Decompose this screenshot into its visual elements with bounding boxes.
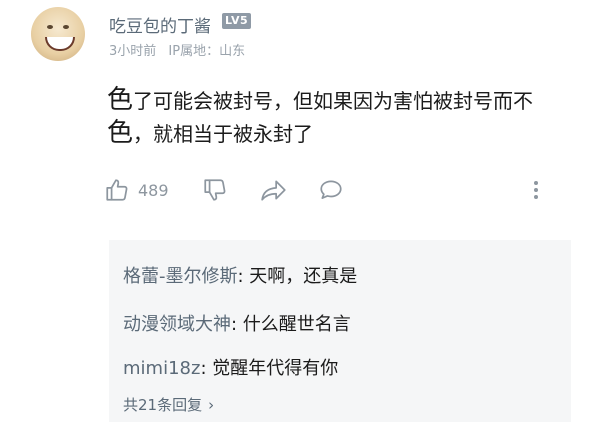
content-text: ，就相当于被永封了 bbox=[133, 122, 314, 146]
reply-author[interactable]: 格蕾-墨尔修斯 bbox=[123, 266, 238, 287]
ip-location: IP属地：山东 bbox=[168, 44, 246, 59]
content-text: 了可能会被封号，但如果因为害怕被封号而不 bbox=[133, 89, 534, 113]
reply-separator: : bbox=[237, 266, 250, 287]
comment-bubble-icon bbox=[320, 180, 342, 199]
chevron-right-icon: › bbox=[208, 395, 215, 414]
reply-item[interactable]: 动漫领域大神: 什么醒世名言 bbox=[123, 310, 351, 336]
reply-item[interactable]: 格蕾-墨尔修斯: 天啊，还真是 bbox=[123, 262, 357, 288]
like-button[interactable]: 489 bbox=[104, 176, 169, 204]
reply-separator: : bbox=[200, 358, 213, 379]
reply-button[interactable] bbox=[318, 176, 344, 204]
share-button[interactable] bbox=[260, 176, 288, 204]
action-bar: 489 bbox=[104, 176, 564, 204]
reply-author[interactable]: mimi18z bbox=[123, 358, 200, 379]
view-all-replies-link[interactable]: 共21条回复 › bbox=[123, 394, 214, 415]
more-vertical-icon bbox=[534, 181, 538, 199]
like-count: 489 bbox=[138, 180, 169, 200]
reply-author[interactable]: 动漫领域大神 bbox=[123, 314, 231, 335]
level-badge: LV5 bbox=[222, 13, 252, 29]
comment-meta: 3小时前 IP属地：山东 bbox=[109, 40, 253, 59]
username[interactable]: 吃豆包的丁酱 bbox=[109, 12, 211, 37]
avatar-eye bbox=[47, 25, 53, 29]
avatar[interactable] bbox=[31, 7, 85, 61]
share-icon bbox=[261, 180, 286, 201]
content-emphasis: 色 bbox=[107, 85, 134, 115]
comment-time: 3小时前 bbox=[109, 44, 157, 59]
content-emphasis: 色 bbox=[107, 118, 134, 148]
dislike-button[interactable] bbox=[202, 176, 228, 204]
thumbs-down-icon bbox=[204, 179, 226, 201]
more-options-button[interactable] bbox=[528, 176, 544, 204]
reply-text: 天啊，还真是 bbox=[249, 266, 358, 287]
reply-item[interactable]: mimi18z: 觉醒年代得有你 bbox=[123, 354, 338, 380]
avatar-eye bbox=[63, 25, 69, 29]
view-all-replies-label: 共21条回复 bbox=[123, 396, 203, 414]
reply-separator: : bbox=[231, 314, 243, 335]
replies-panel: 格蕾-墨尔修斯: 天啊，还真是 动漫领域大神: 什么醒世名言 mimi18z: … bbox=[109, 240, 571, 422]
comment-content: 色了可能会被封号，但如果因为害怕被封号而不色，就相当于被永封了 bbox=[107, 84, 577, 150]
thumbs-up-icon bbox=[106, 179, 128, 201]
comment-card: 吃豆包的丁酱 LV5 3小时前 IP属地：山东 色了可能会被封号，但如果因为害怕… bbox=[0, 0, 600, 422]
reply-text: 什么醒世名言 bbox=[242, 314, 351, 335]
reply-text: 觉醒年代得有你 bbox=[212, 358, 339, 379]
avatar-mouth bbox=[45, 37, 75, 51]
